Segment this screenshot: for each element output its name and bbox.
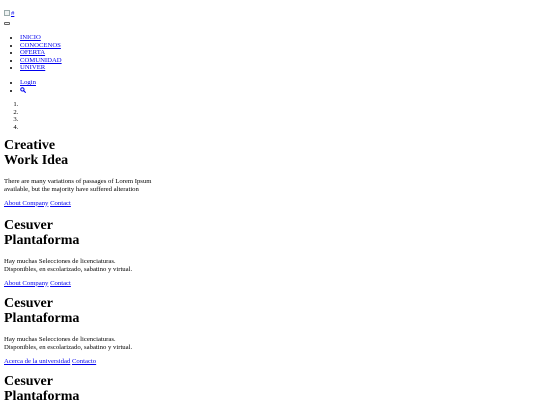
carousel-indicators bbox=[4, 101, 536, 131]
slide-text-line-2: Disponibles, en escolarizado, sabatino y… bbox=[4, 265, 133, 273]
slide-title-line-1: Cesuver bbox=[4, 373, 53, 389]
nav-item-comunidad: COMUNIDAD bbox=[20, 57, 536, 65]
slide-title-line-2: Plantaforma bbox=[4, 310, 80, 326]
nav-link-conocenos[interactable]: CONOCENOS bbox=[20, 42, 61, 49]
nav-link-inicio[interactable]: INICIO bbox=[20, 34, 41, 41]
slide-title: Cesuver Plantaforma bbox=[4, 296, 536, 326]
nav-link-oferta[interactable]: OFERTA bbox=[20, 49, 45, 56]
slide-text-line-1: Hay muchas Selecciones de licenciaturas. bbox=[4, 257, 116, 265]
about-company-link[interactable]: About Company bbox=[4, 280, 48, 287]
carousel-slide-3: Cesuver Plantaforma Hay muchas Seleccion… bbox=[4, 296, 536, 366]
tools-item-login: Login bbox=[20, 79, 536, 87]
search-icon bbox=[20, 86, 26, 93]
header-tools: Login bbox=[4, 79, 536, 94]
slide-text: There are many variations of passages of… bbox=[4, 178, 536, 194]
slide-title-line-1: Creative bbox=[4, 137, 56, 153]
carousel-indicator-3[interactable] bbox=[20, 116, 536, 124]
logo-alt-text: # bbox=[11, 10, 15, 17]
carousel-slide-2: Cesuver Plantaforma Hay muchas Seleccion… bbox=[4, 218, 536, 288]
nav-link-comunidad[interactable]: COMUNIDAD bbox=[20, 57, 62, 64]
slide-text: Hay muchas Selecciones de licenciaturas.… bbox=[4, 336, 536, 352]
slide-text-line-2: available, but the majority have suffere… bbox=[4, 185, 139, 193]
contact-link[interactable]: Contact bbox=[50, 280, 71, 287]
nav-item-oferta: OFERTA bbox=[20, 49, 536, 57]
slide-text-line-1: There are many variations of passages of… bbox=[4, 177, 152, 185]
slide-title-line-1: Cesuver bbox=[4, 217, 53, 233]
tools-item-search bbox=[20, 86, 536, 95]
slide-title-line-1: Cesuver bbox=[4, 295, 53, 311]
slide-title: Creative Work Idea bbox=[4, 138, 536, 168]
search-button[interactable] bbox=[20, 86, 26, 94]
broken-image-icon bbox=[4, 10, 10, 16]
nav-item-conocenos: CONOCENOS bbox=[20, 42, 536, 50]
carousel-slide-4: Cesuver Plantaforma bbox=[4, 374, 536, 404]
slide-links: About Company Contact bbox=[4, 280, 536, 288]
carousel-slide-1: Creative Work Idea There are many variat… bbox=[4, 138, 536, 208]
slide-text-line-1: Hay muchas Selecciones de licenciaturas. bbox=[4, 335, 116, 343]
slide-text-line-2: Disponibles, en escolarizado, sabatino y… bbox=[4, 343, 133, 351]
slide-links: About Company Contact bbox=[4, 200, 536, 208]
logo-link[interactable]: # bbox=[4, 10, 536, 18]
contact-link[interactable]: Contact bbox=[50, 200, 71, 207]
slide-text: Hay muchas Selecciones de licenciaturas.… bbox=[4, 258, 536, 274]
nav-item-univer: UNIVER bbox=[20, 64, 536, 72]
carousel-indicator-2[interactable] bbox=[20, 109, 536, 117]
about-university-link[interactable]: Acerca de la universidad bbox=[4, 358, 70, 365]
login-link[interactable]: Login bbox=[20, 79, 36, 86]
slide-title: Cesuver Plantaforma bbox=[4, 218, 536, 248]
nav-item-inicio: INICIO bbox=[20, 34, 536, 42]
slide-title: Cesuver Plantaforma bbox=[4, 374, 536, 404]
navbar-toggle-button[interactable] bbox=[4, 22, 10, 25]
carousel-indicator-4[interactable] bbox=[20, 124, 536, 132]
about-company-link[interactable]: About Company bbox=[4, 200, 48, 207]
main-nav: INICIO CONOCENOS OFERTA COMUNIDAD UNIVER bbox=[4, 34, 536, 72]
slide-title-line-2: Work Idea bbox=[4, 152, 69, 168]
contact-link[interactable]: Contacto bbox=[72, 358, 96, 365]
slide-title-line-2: Plantaforma bbox=[4, 388, 80, 404]
slide-links: Acerca de la universidad Contacto bbox=[4, 358, 536, 366]
carousel-indicator-1[interactable] bbox=[20, 101, 536, 109]
slide-title-line-2: Plantaforma bbox=[4, 232, 80, 248]
nav-link-univer[interactable]: UNIVER bbox=[20, 64, 45, 71]
page: # INICIO CONOCENOS OFERTA COMUNIDAD UNIV… bbox=[0, 10, 540, 404]
